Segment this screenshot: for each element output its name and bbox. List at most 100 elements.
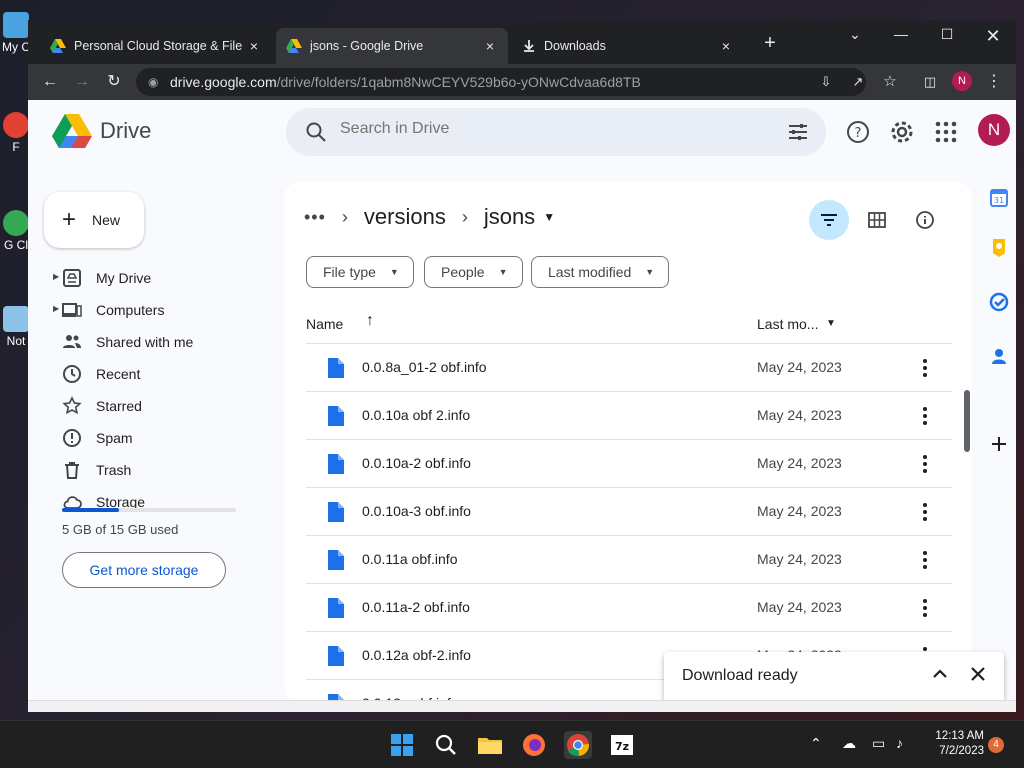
side-panel-icon[interactable]: ◫	[918, 70, 942, 94]
table-row[interactable]: 0.0.11a-2 obf.info May 24, 2023	[306, 584, 952, 632]
tab-downloads[interactable]: Downloads ×	[512, 28, 744, 64]
file-name[interactable]: 0.0.10a-2 obf.info	[362, 455, 471, 471]
breadcrumb-parent[interactable]: versions	[364, 204, 446, 230]
desktop-icon-notepad[interactable]: Not	[2, 306, 30, 348]
minimize-button[interactable]: —	[886, 26, 916, 42]
tab-close-icon[interactable]: ×	[246, 38, 262, 54]
horizontal-scrollbar[interactable]	[28, 700, 1016, 712]
network-icon[interactable]: ☁	[842, 735, 856, 752]
tab-search-icon[interactable]: ⌄	[840, 26, 870, 43]
table-row[interactable]: 0.0.11a obf.info May 24, 2023	[306, 536, 952, 584]
desktop-icon-app-2[interactable]: G Cl	[2, 210, 30, 252]
filter-last-modified[interactable]: Last modified ▼	[531, 256, 670, 288]
get-more-storage-button[interactable]: Get more storage	[62, 552, 226, 588]
file-name[interactable]: 0.0.12a obf-2.info	[362, 647, 471, 663]
add-addon-icon[interactable]	[989, 434, 1009, 454]
details-button[interactable]	[905, 200, 945, 240]
chevron-up-icon[interactable]	[928, 662, 952, 686]
search-input[interactable]	[340, 120, 740, 138]
tasks-icon[interactable]	[989, 292, 1009, 312]
settings-gear-icon[interactable]	[888, 118, 916, 146]
column-name[interactable]: Name	[306, 316, 343, 332]
maximize-button[interactable]: ☐	[932, 26, 962, 43]
display-icon[interactable]: ▭	[872, 735, 885, 752]
desktop-icon-my-computer[interactable]: My C	[2, 12, 30, 54]
table-row[interactable]: 0.0.10a obf 2.info May 24, 2023	[306, 392, 952, 440]
volume-icon[interactable]: ♪	[896, 735, 903, 751]
breadcrumb-overflow-icon[interactable]: •••	[304, 207, 326, 228]
more-actions-icon[interactable]	[918, 404, 932, 428]
column-dropdown-icon[interactable]: ▼	[826, 318, 836, 329]
forward-button[interactable]: →	[70, 70, 94, 94]
bookmark-star-icon[interactable]: ☆	[878, 70, 902, 94]
folder-dropdown-icon[interactable]: ▼	[543, 210, 555, 224]
notification-badge[interactable]: 4	[988, 737, 1004, 753]
grid-view-button[interactable]	[857, 200, 897, 240]
sidebar-item-spam[interactable]: Spam	[28, 422, 268, 454]
sidebar-item-recent[interactable]: Recent	[28, 358, 268, 390]
expand-caret-icon[interactable]: ▶	[53, 272, 59, 281]
share-icon[interactable]: ↗	[846, 70, 870, 94]
file-name[interactable]: 0.0.10a obf 2.info	[362, 407, 470, 423]
search-bar[interactable]	[286, 108, 826, 156]
desktop-icon-app-1[interactable]: F	[2, 112, 30, 154]
tray-overflow-icon[interactable]: ⌃	[810, 735, 822, 752]
search-icon[interactable]	[432, 731, 460, 759]
close-window-button[interactable]: ✕	[978, 26, 1008, 47]
help-icon[interactable]: ?	[844, 118, 872, 146]
file-explorer-icon[interactable]	[476, 731, 504, 759]
sidebar-item-trash[interactable]: Trash	[28, 454, 268, 486]
install-icon[interactable]: ⇩	[814, 70, 838, 94]
column-last-modified[interactable]: Last mo...	[757, 316, 818, 332]
clock[interactable]: 12:13 AM 7/2/2023	[928, 729, 984, 759]
account-avatar[interactable]: N	[978, 114, 1010, 146]
file-name[interactable]: 0.0.11a obf.info	[362, 551, 457, 567]
desktop-icon-label: My C	[2, 40, 30, 54]
chrome-icon[interactable]	[564, 731, 592, 759]
search-options-icon[interactable]	[786, 120, 810, 144]
more-actions-icon[interactable]	[918, 548, 932, 572]
sidebar-item-starred[interactable]: Starred	[28, 390, 268, 422]
filter-file-type[interactable]: File type ▼	[306, 256, 414, 288]
menu-icon[interactable]: ⋮	[982, 70, 1006, 94]
sort-ascending-icon[interactable]: ↑	[366, 312, 374, 330]
new-button[interactable]: + New	[44, 192, 144, 248]
sidebar-item-storage[interactable]: Storage	[28, 486, 268, 518]
windows-start-icon[interactable]	[388, 731, 416, 759]
close-icon[interactable]	[966, 662, 990, 686]
more-actions-icon[interactable]	[918, 452, 932, 476]
table-row[interactable]: 0.0.10a-2 obf.info May 24, 2023	[306, 440, 952, 488]
sidebar-item-shared[interactable]: Shared with me	[28, 326, 268, 358]
firefox-icon[interactable]	[520, 731, 548, 759]
calendar-icon[interactable]: 31	[989, 188, 1009, 208]
more-actions-icon[interactable]	[918, 500, 932, 524]
table-row[interactable]: 0.0.8a_01-2 obf.info May 24, 2023	[306, 344, 952, 392]
tab-close-icon[interactable]: ×	[482, 38, 498, 54]
breadcrumb-current[interactable]: jsons	[484, 204, 535, 230]
address-bar[interactable]: ◉ drive.google.com/drive/folders/1qabm8N…	[136, 68, 866, 96]
sidebar-item-computers[interactable]: ▶ Computers	[28, 294, 268, 326]
7zip-icon[interactable]: 7z	[608, 731, 636, 759]
filter-people[interactable]: People ▼	[424, 256, 523, 288]
more-actions-icon[interactable]	[918, 596, 932, 620]
table-row[interactable]: 0.0.10a-3 obf.info May 24, 2023	[306, 488, 952, 536]
file-name[interactable]: 0.0.8a_01-2 obf.info	[362, 359, 487, 375]
apps-grid-icon[interactable]	[932, 118, 960, 146]
tab-drive-home[interactable]: Personal Cloud Storage & File Sh ×	[40, 28, 272, 64]
file-name[interactable]: 0.0.11a-2 obf.info	[362, 599, 470, 615]
reload-button[interactable]: ↻	[102, 70, 126, 94]
filter-toggle-button[interactable]	[809, 200, 849, 240]
sidebar-item-my-drive[interactable]: ▶ My Drive	[28, 262, 268, 294]
profile-avatar[interactable]: N	[952, 71, 972, 91]
scrollbar-thumb[interactable]	[964, 390, 970, 452]
contacts-icon[interactable]	[989, 346, 1009, 366]
tab-close-icon[interactable]: ×	[718, 38, 734, 54]
file-name[interactable]: 0.0.10a-3 obf.info	[362, 503, 471, 519]
new-tab-button[interactable]: +	[758, 32, 782, 55]
back-button[interactable]: ←	[38, 70, 62, 94]
expand-caret-icon[interactable]: ▶	[53, 304, 59, 313]
tab-jsons[interactable]: jsons - Google Drive ×	[276, 28, 508, 64]
keep-icon[interactable]	[989, 238, 1009, 258]
search-icon[interactable]	[304, 120, 328, 144]
more-actions-icon[interactable]	[918, 356, 932, 380]
